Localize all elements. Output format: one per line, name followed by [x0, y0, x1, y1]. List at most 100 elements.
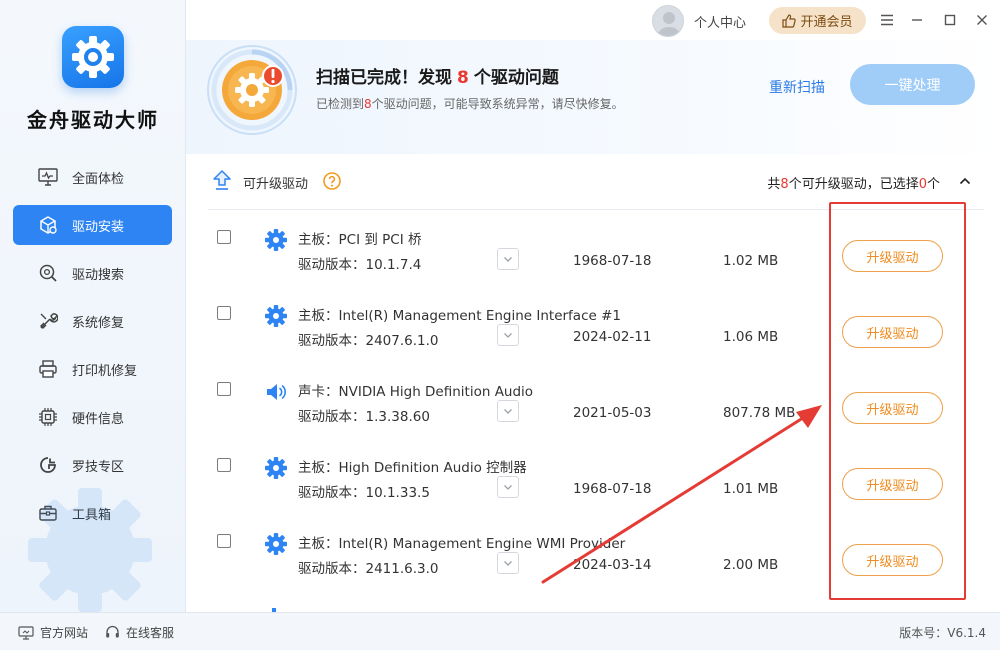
- count-prefix: 共: [767, 177, 781, 192]
- close-button[interactable]: [972, 10, 992, 30]
- chip-icon: [37, 406, 59, 428]
- scan-sub-suffix: 个驱动问题，可能导致系统异常，请尽快修复。: [371, 97, 624, 111]
- driver-date: 2024-02-11: [573, 329, 652, 345]
- sidebar-item-label: 系统修复: [72, 315, 125, 331]
- sidebar-item-driver-install[interactable]: 驱动安装: [13, 205, 172, 245]
- table-row: 声卡：NVIDIA High Definition Audio 驱动版本：1.3…: [208, 364, 984, 440]
- driver-date: 1968-07-18: [573, 253, 652, 269]
- count-suffix: 个: [926, 177, 940, 192]
- monitor-icon: [18, 625, 34, 640]
- sidebar-item-system-repair[interactable]: 系统修复: [13, 301, 172, 341]
- official-website-link[interactable]: 官方网站: [18, 624, 88, 641]
- sidebar-item-label: 驱动搜索: [72, 267, 125, 283]
- chevron-down-icon: [504, 333, 512, 338]
- sidebar-item-label: 硬件信息: [72, 411, 125, 427]
- gear-icon: [265, 457, 287, 479]
- version-dropdown[interactable]: [497, 324, 519, 346]
- wrench-screwdriver-icon: [37, 310, 59, 332]
- driver-size: 1.02 MB: [723, 253, 779, 269]
- printer-icon: [37, 358, 59, 380]
- cube-install-icon: [37, 214, 59, 236]
- upgrade-driver-button[interactable]: 升级驱动: [842, 240, 943, 272]
- vip-button[interactable]: 开通会员: [769, 7, 866, 34]
- sidebar-item-label: 打印机修复: [72, 363, 138, 379]
- driver-name: 主板：Intel(R) Management Engine Interface …: [298, 308, 622, 324]
- online-support-label: 在线客服: [126, 626, 175, 640]
- table-row: 主板：High Definition Audio 控制器 驱动版本：10.1.3…: [208, 440, 984, 516]
- upgradable-section-header: 可升级驱动 共8个可升级驱动，已选择0个: [208, 164, 984, 210]
- driver-date: 2024-03-14: [573, 557, 652, 573]
- sidebar-item-printer-repair[interactable]: 打印机修复: [13, 349, 172, 389]
- user-avatar-icon: [657, 12, 681, 36]
- upgrade-driver-button[interactable]: 升级驱动: [842, 316, 943, 348]
- upgradable-count: 8: [780, 177, 789, 192]
- version-dropdown[interactable]: [497, 248, 519, 270]
- sidebar-item-label: 全面体检: [72, 171, 125, 187]
- version-dropdown[interactable]: [497, 552, 519, 574]
- rescan-button[interactable]: 重新扫描: [769, 77, 825, 97]
- search-gear-icon: [37, 262, 59, 284]
- official-website-label: 官方网站: [40, 626, 89, 640]
- version-dropdown[interactable]: [497, 476, 519, 498]
- headset-icon: [106, 625, 119, 638]
- avatar[interactable]: [652, 5, 684, 37]
- online-support-link[interactable]: 在线客服: [105, 624, 174, 641]
- driver-size: 807.78 MB: [723, 405, 796, 421]
- upgrade-driver-button[interactable]: 升级驱动: [842, 544, 943, 576]
- table-row: 主板：Intel(R) Management Engine Interface …: [208, 288, 984, 364]
- driver-name: 声卡：NVIDIA High Definition Audio: [298, 384, 534, 400]
- row-checkbox[interactable]: [217, 230, 231, 244]
- app-name: 金舟驱动大师: [27, 108, 159, 132]
- chevron-up-icon[interactable]: [958, 174, 972, 188]
- problem-count: 8: [457, 68, 469, 88]
- row-checkbox[interactable]: [217, 306, 231, 320]
- driver-size: 1.01 MB: [723, 481, 779, 497]
- row-checkbox[interactable]: [217, 382, 231, 396]
- row-checkbox[interactable]: [217, 458, 231, 472]
- driver-name: 主板：High Definition Audio 控制器: [298, 460, 527, 476]
- menu-icon: [881, 14, 893, 26]
- sidebar: 金舟驱动大师 全面体检 驱动安装 驱动搜索 系统修复 打印机修复 硬件信息 罗技…: [0, 0, 186, 612]
- driver-version: 驱动版本：2407.6.1.0: [298, 333, 439, 349]
- driver-date: 2021-05-03: [573, 405, 652, 421]
- minimize-icon: [912, 19, 922, 21]
- sidebar-item-driver-search[interactable]: 驱动搜索: [13, 253, 172, 293]
- upgrade-driver-button[interactable]: 升级驱动: [842, 392, 943, 424]
- vip-button-label: 开通会员: [800, 15, 853, 30]
- upgrade-count-summary: 共8个可升级驱动，已选择0个: [767, 173, 940, 192]
- scan-result-header: 扫描已完成！发现 8 个驱动问题 已检测到8个驱动问题，可能导致系统异常，请尽快修复…: [186, 40, 1000, 154]
- sidebar-item-hardware-info[interactable]: 硬件信息: [13, 397, 172, 437]
- user-center-link[interactable]: 个人中心: [694, 12, 746, 31]
- scan-title-suffix: 个驱动问题: [473, 68, 559, 88]
- thumbs-up-icon: [782, 13, 797, 28]
- close-icon: [977, 15, 987, 25]
- gear-icon: [265, 305, 287, 327]
- app-logo: [62, 26, 124, 88]
- menu-button[interactable]: [877, 10, 897, 30]
- table-row: 主板：Intel(R) Management Engine WMI Provid…: [208, 516, 984, 592]
- gear-icon: [265, 229, 287, 251]
- gear-watermark-icon: [28, 488, 152, 612]
- one-key-fix-button[interactable]: 一键处理: [850, 64, 975, 105]
- driver-date: 1968-07-18: [573, 481, 652, 497]
- minimize-button[interactable]: [907, 10, 927, 30]
- title-bar: 个人中心 开通会员: [186, 0, 1000, 40]
- version-label: 版本号：V6.1.4: [899, 626, 986, 640]
- scan-title-prefix: 扫描已完成！发现: [316, 68, 452, 88]
- sidebar-item-full-check[interactable]: 全面体检: [13, 157, 172, 197]
- row-checkbox[interactable]: [217, 534, 231, 548]
- footer: 官方网站 在线客服 版本号：V6.1.4: [0, 612, 1000, 650]
- upgrade-driver-button[interactable]: 升级驱动: [842, 468, 943, 500]
- maximize-button[interactable]: [940, 10, 960, 30]
- driver-version: 驱动版本：1.3.38.60: [298, 409, 430, 425]
- driver-version: 驱动版本：10.1.33.5: [298, 485, 430, 501]
- chevron-down-icon: [504, 561, 512, 566]
- gear-icon: [265, 533, 287, 555]
- upgrade-arrow-icon: [213, 170, 231, 190]
- driver-size: 1.06 MB: [723, 329, 779, 345]
- version-dropdown[interactable]: [497, 400, 519, 422]
- scan-sub-count: 8: [364, 97, 372, 111]
- scan-sub-prefix: 已检测到: [316, 97, 365, 111]
- help-icon[interactable]: [322, 171, 342, 191]
- driver-name: 主板：Intel(R) Management Engine WMI Provid…: [298, 536, 626, 552]
